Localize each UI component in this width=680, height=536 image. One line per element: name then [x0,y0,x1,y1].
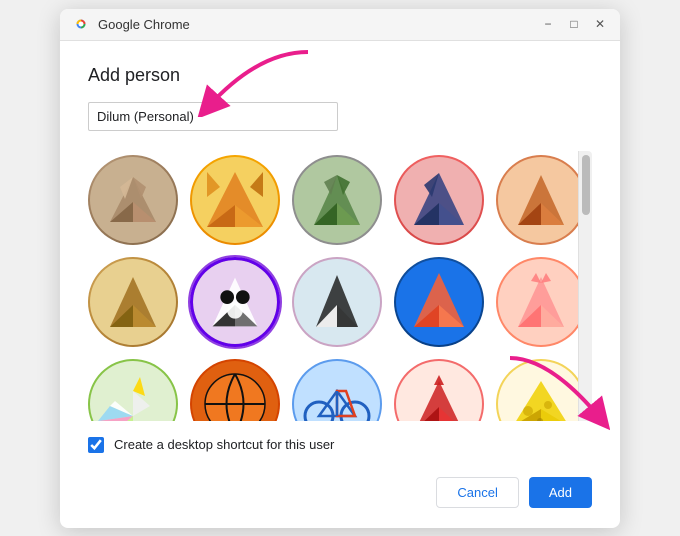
maximize-button[interactable]: □ [566,16,582,32]
avatar-blue-bird[interactable] [394,257,484,347]
avatar-cat[interactable] [88,155,178,245]
bike-origami-icon [294,361,380,421]
avatar-monkey[interactable] [88,257,178,347]
avatar-rabbit[interactable] [496,257,578,347]
avatar-cardinal[interactable] [394,359,484,421]
cancel-button[interactable]: Cancel [436,477,518,508]
rabbit-origami-icon [498,259,578,345]
titlebar-title: Google Chrome [98,17,540,32]
dialog-heading: Add person [88,65,592,86]
avatar-scrollbar[interactable] [578,151,592,421]
scrollbar-thumb[interactable] [582,155,590,215]
avatar-basketball[interactable] [190,359,280,421]
panda-origami-icon [193,259,277,345]
chrome-dialog-window: Google Chrome − □ ✕ Add person [60,9,620,528]
avatar-section [88,151,592,421]
titlebar-controls: − □ ✕ [540,16,608,32]
footer-buttons: Cancel Add [88,469,592,508]
avatar-grid-container [88,151,578,421]
name-input[interactable] [88,102,338,131]
titlebar: Google Chrome − □ ✕ [60,9,620,41]
dragon-origami-icon [294,157,380,243]
chrome-logo-icon [72,15,90,33]
desktop-shortcut-checkbox[interactable] [88,437,104,453]
name-input-row [88,102,592,131]
avatar-penguin[interactable] [292,257,382,347]
bear-origami-icon [498,157,578,243]
avatar-grid [88,151,578,421]
add-button[interactable]: Add [529,477,592,508]
unicorn-origami-icon [90,361,176,421]
close-button[interactable]: ✕ [592,16,608,32]
avatar-cheese[interactable] [496,359,578,421]
avatar-dragon[interactable] [292,155,382,245]
desktop-shortcut-row: Create a desktop shortcut for this user [88,437,592,453]
penguin-origami-icon [294,259,380,345]
desktop-shortcut-label: Create a desktop shortcut for this user [114,437,334,452]
avatar-elephant[interactable] [394,155,484,245]
blue-bird-origami-icon [396,259,482,345]
dialog-content: Add person [60,41,620,528]
fox-origami-icon [192,157,278,243]
avatar-panda[interactable] [190,257,280,347]
minimize-button[interactable]: − [540,16,556,32]
avatar-fox[interactable] [190,155,280,245]
avatar-unicorn[interactable] [88,359,178,421]
avatar-bear-orange[interactable] [496,155,578,245]
cheese-origami-icon [498,361,578,421]
monkey-origami-icon [90,259,176,345]
elephant-origami-icon [396,157,482,243]
basketball-origami-icon [192,361,278,421]
cardinal-origami-icon [396,361,482,421]
cat-origami-icon [90,157,176,243]
avatar-bike[interactable] [292,359,382,421]
